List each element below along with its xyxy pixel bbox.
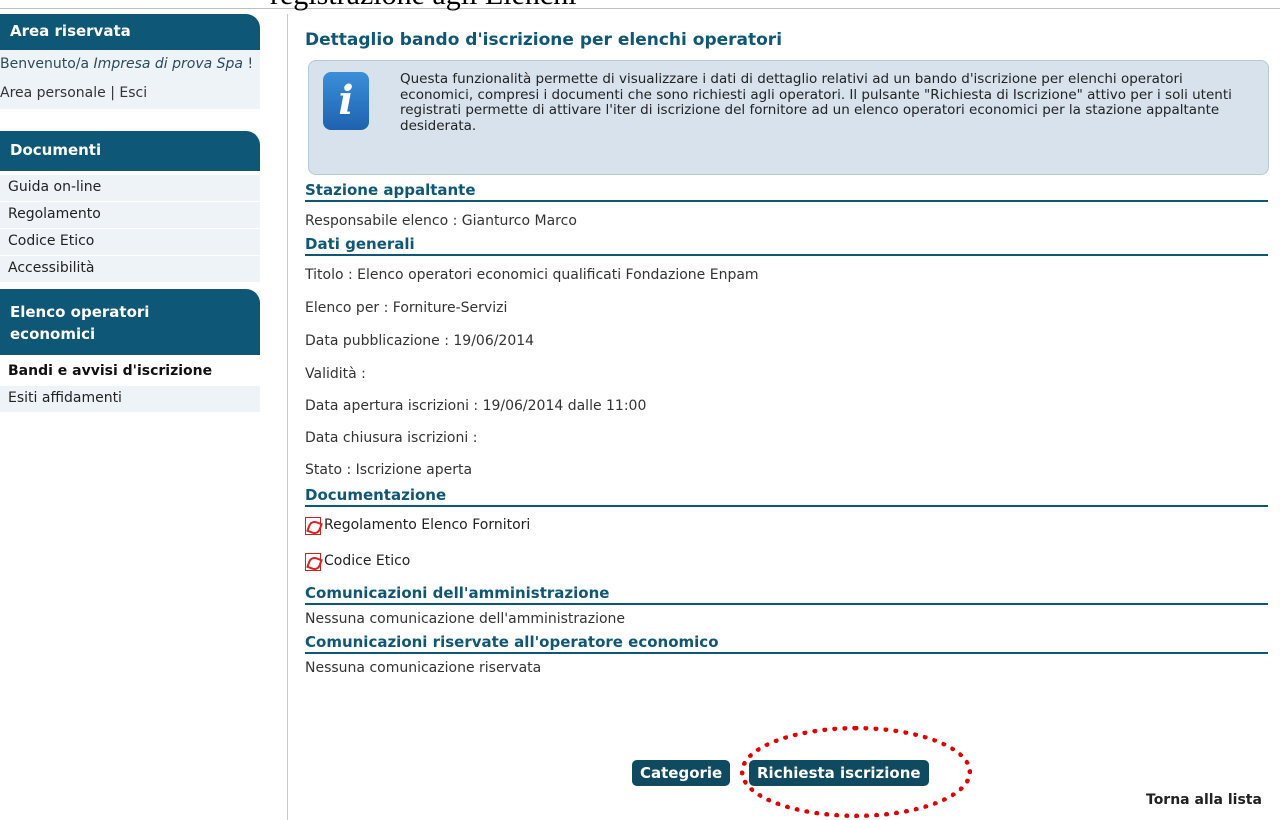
sidebar-item-regolamento[interactable]: Regolamento: [0, 202, 260, 229]
sidebar-item-esiti[interactable]: Esiti affidamenti: [0, 386, 260, 413]
field-data-chiusura: Data chiusura iscrizioni :: [305, 430, 478, 446]
comunicazioni-riservate-text: Nessuna comunicazione riservata: [305, 660, 542, 676]
account-links: Area personale | Esci: [0, 85, 260, 101]
operators-header: Elenco operatori economici: [0, 289, 260, 355]
sidebar-item-bandi[interactable]: Bandi e avvisi d'iscrizione: [0, 359, 260, 386]
sidebar: Area riservata Benvenuto/a Impresa di pr…: [0, 14, 260, 413]
section-comunicazioni-amministrazione: Comunicazioni dell'amministrazione: [305, 585, 1268, 605]
pdf-icon: [305, 517, 321, 535]
comunicazioni-amministrazione-text: Nessuna comunicazione dell'amministrazio…: [305, 611, 626, 627]
doc-link-codice-etico[interactable]: Codice Etico: [305, 553, 1268, 585]
reserved-area-box: Benvenuto/a Impresa di prova Spa ! Area …: [0, 50, 260, 109]
field-validita: Validità :: [305, 366, 366, 382]
logout-link[interactable]: Esci: [119, 85, 147, 101]
sidebar-item-guida[interactable]: Guida on-line: [0, 175, 260, 202]
section-documentazione: Documentazione: [305, 487, 1268, 507]
welcome-suffix: !: [243, 56, 254, 72]
highlight-annotation: [740, 726, 972, 818]
personal-area-link[interactable]: Area personale: [0, 85, 106, 101]
sidebar-item-accessibilita[interactable]: Accessibilità: [0, 256, 260, 283]
page-title: Dettaglio bando d'iscrizione per elenchi…: [305, 30, 783, 50]
field-titolo: Titolo : Elenco operatori economici qual…: [305, 267, 759, 283]
content-divider: [287, 14, 288, 820]
sidebar-item-codice-etico[interactable]: Codice Etico: [0, 229, 260, 256]
welcome-user: Impresa di prova Spa: [93, 56, 243, 72]
doc-link-regolamento[interactable]: Regolamento Elenco Fornitori: [305, 517, 1268, 553]
section-dati-generali: Dati generali: [305, 236, 1268, 256]
operators-header-line1: Elenco operatori: [10, 303, 150, 321]
main-content: Dettaglio bando d'iscrizione per elenchi…: [305, 14, 1269, 676]
field-stato: Stato : Iscrizione aperta: [305, 462, 473, 478]
back-to-list-link[interactable]: Torna alla lista: [1146, 792, 1262, 808]
operators-list: Bandi e avvisi d'iscrizione Esiti affida…: [0, 359, 260, 413]
doc-link-label[interactable]: Regolamento Elenco Fornitori: [324, 517, 530, 533]
responsabile-elenco: Responsabile elenco : Gianturco Marco: [305, 213, 577, 229]
operators-header-line2: economici: [10, 325, 96, 343]
pdf-icon: [305, 553, 321, 571]
field-data-pubblicazione: Data pubblicazione : 19/06/2014: [305, 333, 535, 349]
field-elenco-per: Elenco per : Forniture-Servizi: [305, 300, 508, 316]
welcome-prefix: Benvenuto/a: [0, 56, 94, 72]
link-separator: |: [105, 85, 120, 101]
categorie-button[interactable]: Categorie: [632, 760, 731, 786]
documents-header: Documenti: [0, 131, 260, 171]
info-text: Questa funzionalità permette di visualiz…: [400, 71, 1232, 134]
section-comunicazioni-riservate: Comunicazioni riservate all'operatore ec…: [305, 634, 1268, 654]
reserved-area-header: Area riservata: [0, 14, 260, 50]
cropped-caption: registrazione agli Elenchi: [270, 0, 1270, 12]
welcome-message: Benvenuto/a Impresa di prova Spa !: [0, 56, 260, 73]
documents-list: Guida on-line Regolamento Codice Etico A…: [0, 175, 260, 283]
info-box: i Questa funzionalità permette di visual…: [308, 60, 1269, 175]
field-data-apertura: Data apertura iscrizioni : 19/06/2014 da…: [305, 398, 647, 414]
doc-link-label[interactable]: Codice Etico: [324, 553, 410, 569]
info-icon: i: [323, 72, 369, 130]
section-stazione-appaltante: Stazione appaltante: [305, 182, 1268, 202]
